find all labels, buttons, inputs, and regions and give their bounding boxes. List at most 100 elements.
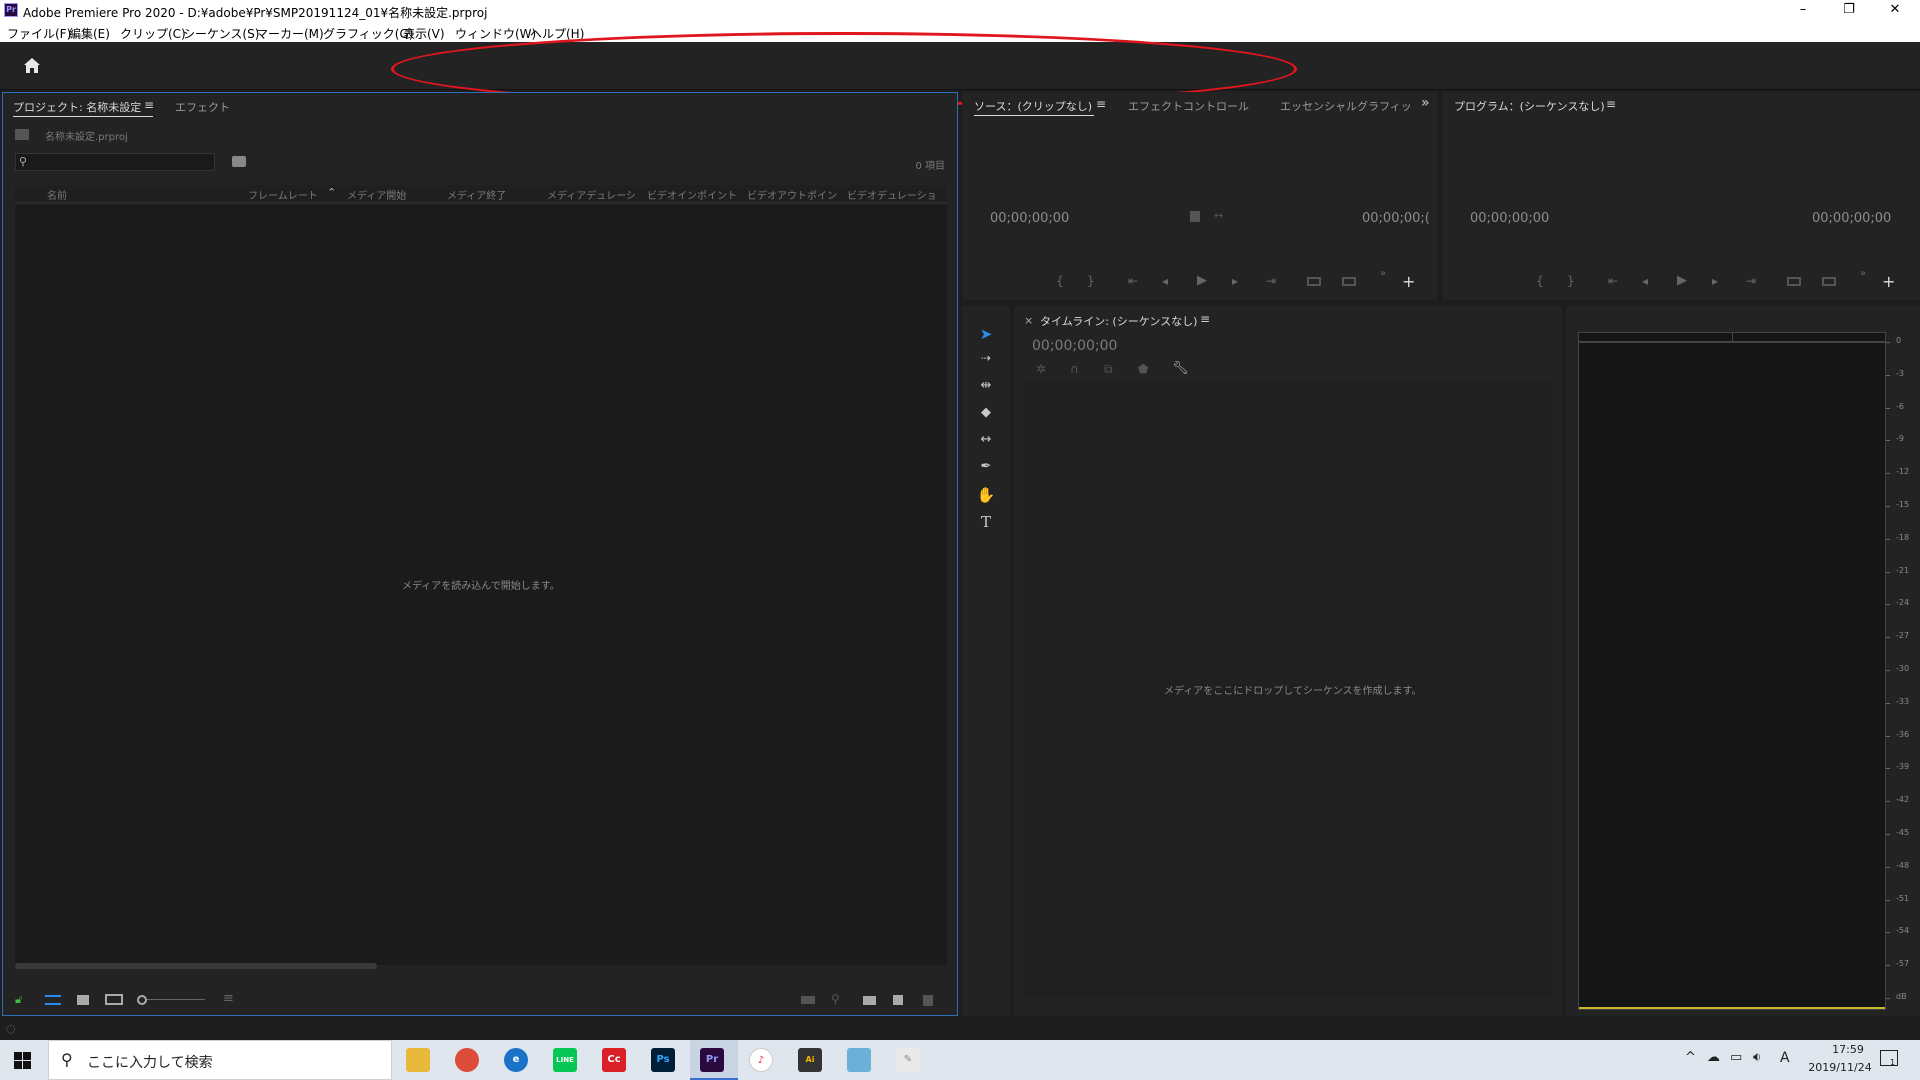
button-editor-icon[interactable]: + — [1882, 272, 1895, 291]
step-back-icon[interactable]: ◂ — [1642, 274, 1648, 288]
mark-out-icon[interactable]: } — [1567, 274, 1575, 288]
chrome-icon[interactable] — [455, 1048, 479, 1072]
menu-edit[interactable]: 編集(E) — [69, 25, 110, 42]
drag-audio-icon[interactable]: ↔ — [1214, 209, 1223, 222]
step-forward-icon[interactable]: ▸ — [1712, 274, 1718, 288]
clock-time[interactable]: 17:59 — [1818, 1043, 1878, 1056]
more-controls-icon[interactable]: » — [1380, 268, 1386, 279]
windows-start-icon[interactable] — [14, 1052, 31, 1069]
mark-out-icon[interactable]: } — [1087, 274, 1095, 288]
onedrive-icon[interactable]: ☁ — [1707, 1050, 1720, 1065]
column-video-out[interactable]: ビデオアウトポイン — [747, 187, 837, 202]
edge-icon[interactable]: e — [504, 1048, 528, 1072]
trash-icon[interactable] — [923, 995, 933, 1006]
clock-date[interactable]: 2019/11/24 — [1800, 1061, 1880, 1074]
button-editor-icon[interactable]: + — [1402, 272, 1415, 291]
new-bin-icon[interactable] — [863, 996, 876, 1005]
razor-tool-icon[interactable]: ◆ — [973, 405, 999, 420]
tab-project[interactable]: プロジェクト: 名称未設定 — [13, 99, 141, 115]
network-icon[interactable]: ▭ — [1730, 1050, 1742, 1065]
drag-video-icon[interactable] — [1190, 211, 1200, 222]
creative-cloud-icon[interactable]: Cc — [602, 1048, 626, 1072]
ripple-edit-tool-icon[interactable]: ⇹ — [973, 378, 999, 393]
hand-tool-icon[interactable]: ✋ — [973, 486, 999, 504]
go-to-in-icon[interactable]: ⇤ — [1608, 274, 1618, 288]
overwrite-icon[interactable] — [1342, 277, 1356, 286]
automate-to-sequence-icon[interactable] — [801, 996, 815, 1004]
taskbar-search-box[interactable]: ⚲ ここに入力して検索 — [48, 1040, 392, 1080]
step-forward-icon[interactable]: ▸ — [1232, 274, 1238, 288]
tab-effect-controls[interactable]: エフェクトコントロール — [1128, 98, 1249, 114]
panel-menu-icon[interactable]: ≡ — [144, 98, 154, 112]
sort-icon[interactable]: ≡ — [223, 991, 234, 1006]
menu-marker[interactable]: マーカー(M) — [256, 25, 324, 42]
minimize-button[interactable]: – — [1780, 0, 1826, 22]
add-marker-icon[interactable]: ⬟ — [1138, 362, 1148, 376]
notification-icon[interactable]: 1 — [1880, 1050, 1898, 1067]
panel-menu-icon[interactable]: ≡ — [1200, 312, 1210, 326]
menu-graphics[interactable]: グラフィック(G) — [323, 25, 413, 42]
paint-icon[interactable]: ✎ — [896, 1048, 920, 1072]
nest-toggle-icon[interactable]: ✲ — [1036, 362, 1046, 376]
column-video-duration[interactable]: ビデオデュレーショ — [847, 187, 937, 202]
line-icon[interactable]: LINE — [553, 1048, 577, 1072]
close-button[interactable]: ✕ — [1872, 0, 1918, 22]
pen-tool-icon[interactable]: ✒ — [973, 459, 999, 474]
zoom-slider-handle[interactable] — [137, 995, 147, 1005]
tab-source[interactable]: ソース：(クリップなし) — [974, 98, 1092, 114]
tab-effects[interactable]: エフェクト — [175, 99, 230, 115]
volume-icon[interactable]: 🔉︎ — [1753, 1050, 1761, 1065]
program-timecode-in[interactable]: 00;00;00;00 — [1470, 211, 1549, 226]
linked-selection-icon[interactable]: ⧉ — [1104, 362, 1113, 377]
panel-menu-icon[interactable]: ≡ — [1606, 97, 1616, 111]
column-video-in[interactable]: ビデオインポイント — [647, 187, 737, 202]
source-timecode-in[interactable]: 00;00;00;00 — [990, 211, 1069, 226]
horizontal-scrollbar[interactable] — [15, 963, 377, 969]
play-icon[interactable]: ▶ — [1197, 273, 1207, 288]
tab-timeline[interactable]: タイムライン: (シーケンスなし) — [1040, 313, 1197, 329]
app-icon[interactable] — [847, 1048, 871, 1072]
premiere-pro-icon[interactable]: Pr — [700, 1048, 724, 1072]
go-to-out-icon[interactable]: ⇥ — [1266, 274, 1276, 288]
new-item-icon[interactable] — [893, 995, 903, 1005]
column-name[interactable]: 名前 — [47, 187, 67, 202]
extract-icon[interactable] — [1822, 277, 1836, 286]
column-media-end[interactable]: メディア終了 — [447, 187, 506, 202]
photoshop-icon[interactable]: Ps — [651, 1048, 675, 1072]
wrench-icon[interactable]: 🔧︎ — [1172, 361, 1189, 376]
icon-view-icon[interactable] — [77, 995, 89, 1005]
ime-indicator[interactable]: A — [1780, 1050, 1790, 1066]
app-icon[interactable]: Ai — [798, 1048, 822, 1072]
column-media-start[interactable]: メディア開始 — [347, 187, 406, 202]
panel-menu-icon[interactable]: ≡ — [1096, 97, 1106, 111]
menu-file[interactable]: ファイル(F) — [7, 25, 71, 42]
selection-tool-icon[interactable]: ➤ — [973, 325, 999, 343]
itunes-icon[interactable]: ♪ — [749, 1048, 773, 1072]
find-icon[interactable]: ⚲ — [831, 992, 840, 1006]
column-frame-rate[interactable]: フレームレート — [248, 187, 318, 202]
tab-program[interactable]: プログラム：(シーケンスなし) — [1454, 98, 1605, 114]
timeline-timecode[interactable]: 00;00;00;00 — [1032, 338, 1117, 354]
step-back-icon[interactable]: ◂ — [1162, 274, 1168, 288]
menu-clip[interactable]: クリップ(C) — [120, 25, 186, 42]
mark-in-icon[interactable]: { — [1056, 274, 1064, 288]
sort-ascending-icon[interactable]: ⌃ — [327, 186, 336, 199]
zoom-slider[interactable] — [147, 999, 205, 1000]
insert-icon[interactable] — [1307, 277, 1321, 286]
show-hidden-icons[interactable]: ^ — [1685, 1050, 1696, 1065]
timeline-drop-area[interactable]: メディアをここにドロップしてシーケンスを作成します。 — [1024, 382, 1552, 998]
more-controls-icon[interactable]: » — [1860, 268, 1866, 279]
go-to-out-icon[interactable]: ⇥ — [1746, 274, 1756, 288]
column-media-duration[interactable]: メディアデュレーシ — [547, 187, 636, 202]
mark-in-icon[interactable]: { — [1536, 274, 1544, 288]
list-view-icon[interactable] — [45, 995, 61, 1005]
new-search-bin-icon[interactable] — [232, 156, 246, 167]
project-bin-area[interactable]: メディアを読み込んで開始します。 — [15, 205, 947, 965]
menu-sequence[interactable]: シーケンス(S) — [183, 25, 259, 42]
slip-tool-icon[interactable]: ↔ — [973, 432, 999, 447]
type-tool-icon[interactable]: T — [973, 513, 999, 531]
lock-icon[interactable]: 🔓︎ — [15, 993, 22, 1007]
freeform-view-icon[interactable] — [105, 994, 123, 1005]
lift-icon[interactable] — [1787, 277, 1801, 286]
file-explorer-icon[interactable] — [406, 1048, 430, 1072]
